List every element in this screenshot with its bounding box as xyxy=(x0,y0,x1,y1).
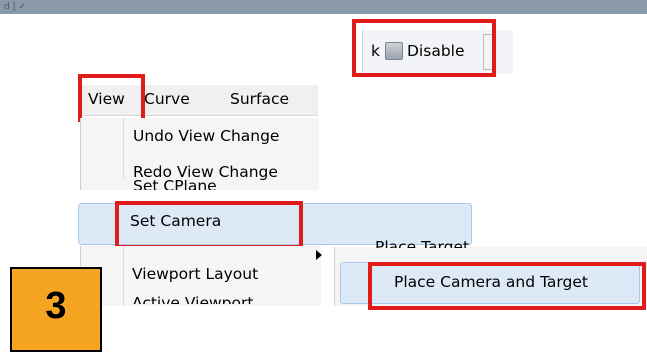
menu-gutter xyxy=(123,246,124,306)
top-strip-fragment: d | ✓ xyxy=(4,2,27,12)
menu-item-viewport-layout[interactable]: Viewport Layout xyxy=(132,265,258,283)
clipped-item-row: Set CPlane xyxy=(80,180,319,190)
top-toolbar-strip: d | ✓ xyxy=(0,0,647,14)
place-camera-highlight-box xyxy=(368,262,646,310)
view-menu-highlight-box xyxy=(78,74,145,122)
menu-item-redo-view-change[interactable]: Redo View Change xyxy=(133,163,278,181)
menu-item-place-target[interactable]: Place Target xyxy=(375,238,469,248)
menu-curve[interactable]: Curve xyxy=(144,90,190,108)
submenu-arrow-icon xyxy=(316,250,322,260)
set-camera-highlight-box xyxy=(115,201,303,249)
menu-surface[interactable]: Surface xyxy=(230,90,289,108)
step-number: 3 xyxy=(45,285,67,327)
step-number-badge: 3 xyxy=(10,267,102,352)
disable-highlight-box xyxy=(352,19,496,77)
menu-item-undo-view-change[interactable]: Undo View Change xyxy=(133,127,279,145)
menu-item-active-viewport[interactable]: Active Viewport xyxy=(132,294,253,304)
menu-item-set-cplane[interactable]: Set CPlane xyxy=(133,180,217,190)
